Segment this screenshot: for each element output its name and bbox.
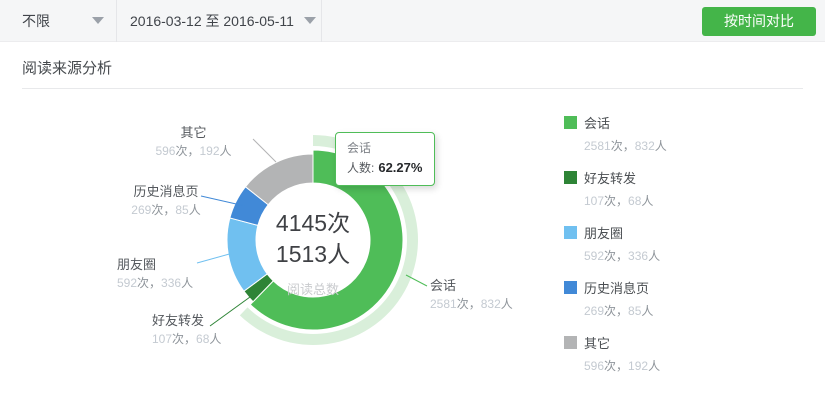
chevron-down-icon <box>304 17 316 24</box>
date-range-value: 2016-03-12 至 2016-05-11 <box>130 13 294 29</box>
legend-series-values: 592次，336人 <box>584 248 667 264</box>
chart-legend: 会话2581次，832人好友转发107次，68人朋友圈592次，336人历史消息… <box>564 115 667 390</box>
callout-series-values: 596次，192人 <box>141 143 246 160</box>
tooltip-series-name: 会话 <box>347 140 422 156</box>
legend-color-swatch <box>564 281 577 294</box>
slice-callout-label: 朋友圈 592次，336人 <box>117 256 193 292</box>
toolbar-divider <box>321 0 322 42</box>
legend-color-swatch <box>564 116 577 129</box>
tooltip-metric-label: 人数: <box>347 161 374 175</box>
legend-series-name: 会话 <box>584 116 610 131</box>
callout-series-values: 2581次，832人 <box>430 296 513 313</box>
legend-color-swatch <box>564 171 577 184</box>
callout-series-name: 好友转发 <box>152 312 221 329</box>
tooltip-metric-line: 人数: 62.27% <box>347 159 422 177</box>
toolbar-divider <box>116 0 117 42</box>
date-range-dropdown[interactable]: 2016-03-12 至 2016-05-11 <box>130 0 316 42</box>
total-reads-count: 4145次 <box>223 208 403 239</box>
tooltip-value: 62.27% <box>378 160 422 175</box>
top-toolbar: 不限 2016-03-12 至 2016-05-11 按时间对比 <box>0 0 825 42</box>
donut-center-total: 4145次 1513人 阅读总数 <box>223 208 403 298</box>
legend-item-2: 朋友圈 592次，336人 <box>564 225 667 264</box>
filter-dropdown-value: 不限 <box>22 13 50 29</box>
legend-series-values: 596次，192人 <box>584 358 667 374</box>
legend-series-values: 107次，68人 <box>584 193 667 209</box>
slice-callout-label: 其它 596次，192人 <box>141 124 246 160</box>
callout-series-values: 269次，85人 <box>126 202 206 219</box>
callout-series-name: 其它 <box>141 124 246 141</box>
legend-color-swatch <box>564 226 577 239</box>
legend-item-1: 好友转发 107次，68人 <box>564 170 667 209</box>
slice-callout-label: 会话 2581次，832人 <box>430 277 513 313</box>
chevron-down-icon <box>92 17 104 24</box>
total-readers-count: 1513人 <box>223 239 403 270</box>
callout-series-values: 107次，68人 <box>152 331 221 348</box>
legend-item-3: 历史消息页 269次，85人 <box>564 280 667 319</box>
legend-series-name: 其它 <box>584 336 610 351</box>
legend-series-name: 朋友圈 <box>584 226 623 241</box>
slice-callout-label: 历史消息页 269次，85人 <box>126 183 206 219</box>
label-leader-line <box>253 139 276 162</box>
legend-series-values: 2581次，832人 <box>584 138 667 154</box>
analytics-page: 不限 2016-03-12 至 2016-05-11 按时间对比 阅读来源分析 … <box>0 0 825 400</box>
filter-dropdown[interactable]: 不限 <box>22 0 104 42</box>
chart-tooltip: 会话 人数: 62.27% <box>335 132 435 186</box>
page-title: 阅读来源分析 <box>22 57 112 78</box>
divider <box>22 88 803 89</box>
legend-series-name: 好友转发 <box>584 171 636 186</box>
compare-by-time-button[interactable]: 按时间对比 <box>702 7 816 36</box>
callout-series-values: 592次，336人 <box>117 275 193 292</box>
legend-series-name: 历史消息页 <box>584 281 649 296</box>
callout-series-name: 朋友圈 <box>117 256 193 273</box>
slice-callout-label: 好友转发 107次，68人 <box>152 312 221 348</box>
legend-series-values: 269次，85人 <box>584 303 667 319</box>
legend-item-4: 其它 596次，192人 <box>564 335 667 374</box>
callout-series-name: 会话 <box>430 277 513 294</box>
total-caption: 阅读总数 <box>223 279 403 298</box>
legend-color-swatch <box>564 336 577 349</box>
callout-series-name: 历史消息页 <box>126 183 206 200</box>
legend-item-0: 会话 2581次，832人 <box>564 115 667 154</box>
